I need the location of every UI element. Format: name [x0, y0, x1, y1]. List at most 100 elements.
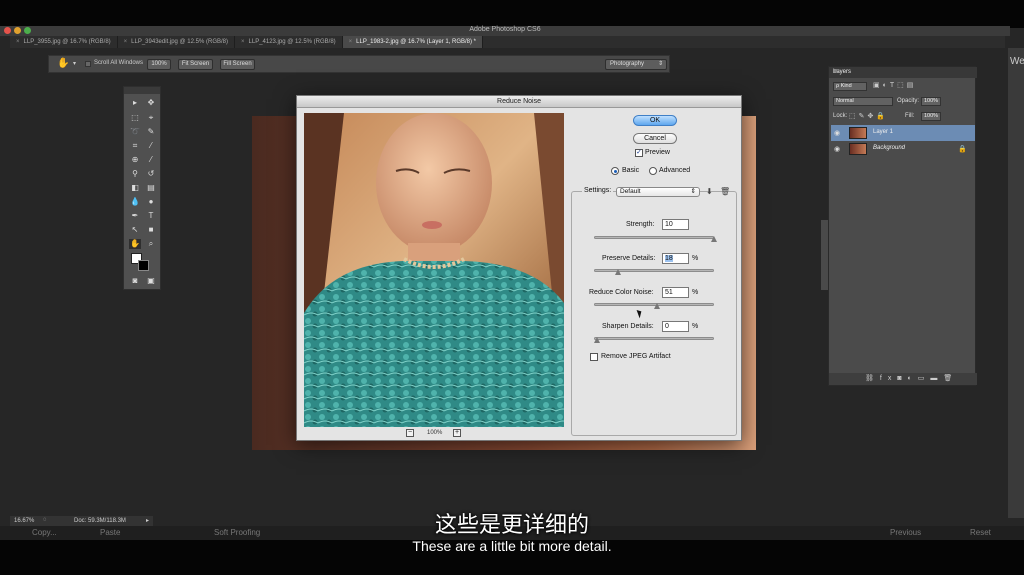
dialog-title[interactable]: Reduce Noise — [297, 96, 741, 108]
history-brush-tool-icon[interactable]: ↺ — [145, 169, 157, 179]
quick-select-tool-icon[interactable]: ✎ — [145, 127, 157, 137]
eraser-tool-icon[interactable]: ◧ — [129, 183, 141, 193]
strength-slider-track[interactable] — [594, 236, 714, 239]
preserve-details-input[interactable]: 18 — [662, 253, 689, 264]
preserve-percent: % — [692, 255, 699, 262]
layer-row-layer-1[interactable]: ◉ Layer 1 — [831, 125, 975, 141]
preview-zoom-row: − 100% + — [297, 429, 569, 439]
workspace-select[interactable]: Photography ⇕ — [605, 59, 667, 70]
lasso-tool-icon[interactable]: ➰ — [129, 127, 141, 137]
hand-tool-icon[interactable]: ✋ — [57, 58, 69, 69]
preview-checkbox[interactable]: ✓ — [635, 149, 643, 157]
shape-tool-icon[interactable]: ■ — [145, 225, 157, 235]
fill-screen-button[interactable]: Fill Screen — [220, 59, 255, 70]
save-settings-icon[interactable]: ⬇ — [706, 187, 713, 196]
clone-stamp-tool-icon[interactable]: ⚲ — [129, 169, 141, 179]
layer-footer-icons[interactable]: ⛓fx◙◐▭▬🗑 — [865, 374, 958, 382]
visibility-eye-icon[interactable]: ◉ — [834, 145, 840, 153]
options-bar: ✋ ▾ Scroll All Windows 100% Fit Screen F… — [48, 55, 670, 73]
preserve-details-slider-knob[interactable] — [615, 269, 622, 275]
sharpen-details-slider-track[interactable] — [594, 337, 714, 340]
strength-input[interactable]: 10 — [662, 219, 689, 230]
sharpen-details-value: 0 — [665, 323, 669, 330]
move-alt-tool-icon[interactable]: ✥ — [145, 98, 157, 108]
quick-mask-icon[interactable]: ◙ — [129, 276, 141, 286]
basic-radio[interactable] — [611, 167, 619, 175]
basic-label: Basic — [622, 167, 640, 174]
close-tab-icon[interactable]: × — [16, 39, 20, 45]
lock-icon: 🔒 — [958, 146, 967, 153]
sharpen-details-input[interactable]: 0 — [662, 321, 689, 332]
preserve-details-slider-track[interactable] — [594, 269, 714, 272]
layers-tab[interactable]: Layers ≡ — [829, 67, 977, 78]
dodge-tool-icon[interactable]: ● — [145, 197, 157, 207]
preview-label: Preview — [645, 149, 670, 156]
hand-tool-icon[interactable]: ✋ — [129, 239, 141, 249]
remove-jpeg-artifact-checkbox[interactable] — [590, 353, 598, 361]
doc-tab-label: LLP_1983-2.jpg @ 16.7% (Layer 1, RGB/8) … — [356, 39, 476, 45]
healing-tool-icon[interactable]: ⊕ — [129, 155, 141, 165]
blur-tool-icon[interactable]: 💧 — [129, 197, 141, 207]
settings-select[interactable]: Default ⇕ — [616, 187, 700, 197]
eyedropper-tool-icon[interactable]: ⁄ — [145, 141, 157, 151]
doc-tab[interactable]: × LLP_3943edit.jpg @ 12.5% (RGB/8) — [118, 36, 235, 48]
layer-thumbnail — [849, 143, 867, 155]
doc-tab-active[interactable]: × LLP_1983-2.jpg @ 16.7% (Layer 1, RGB/8)… — [342, 36, 483, 48]
zoom-out-button[interactable]: − — [406, 429, 414, 437]
path-select-tool-icon[interactable]: ↖ — [129, 225, 141, 235]
reduce-color-noise-input[interactable]: 51 — [662, 287, 689, 298]
artboard-tool-icon[interactable]: ⌖ — [145, 113, 157, 123]
close-tab-icon[interactable]: × — [241, 39, 245, 45]
close-tab-icon[interactable]: × — [124, 39, 128, 45]
preview-image — [304, 113, 564, 427]
zoom-100-button[interactable]: 100% — [147, 59, 171, 70]
screen-mode-icon[interactable]: ▣ — [145, 276, 157, 286]
doc-tab-label: LLP_3955.jpg @ 16.7% (RGB/8) — [23, 39, 111, 45]
doc-tab[interactable]: × LLP_3955.jpg @ 16.7% (RGB/8) — [10, 36, 118, 48]
brush-tool-icon[interactable]: ⁄ — [145, 155, 157, 165]
zoom-in-button[interactable]: + — [453, 429, 461, 437]
tools-panel-header[interactable] — [124, 87, 160, 94]
ok-button[interactable]: OK — [633, 115, 677, 126]
letterbox-top — [0, 0, 1024, 28]
marquee-tool-icon[interactable]: ⬚ — [129, 113, 141, 123]
blend-mode-select[interactable]: Normal — [833, 97, 893, 106]
visibility-eye-icon[interactable]: ◉ — [834, 129, 840, 137]
scroll-all-windows-checkbox[interactable] — [85, 61, 91, 67]
delete-settings-icon[interactable]: 🗑 — [720, 187, 730, 196]
doc-tab-label: LLP_4123.jpg @ 12.5% (RGB/8) — [248, 39, 336, 45]
fit-screen-button[interactable]: Fit Screen — [178, 59, 213, 70]
background-color-swatch[interactable] — [138, 260, 149, 271]
panel-menu-icon[interactable]: ≡ — [833, 68, 973, 75]
layers-panel: Layers ≡ ρ Kind ▣◐T⬚▤ Normal Opacity: 10… — [828, 66, 977, 386]
filter-preview-pane[interactable] — [304, 113, 564, 427]
document-tabs: × LLP_3955.jpg @ 16.7% (RGB/8) × LLP_3943e… — [10, 36, 1005, 48]
advanced-label: Advanced — [659, 167, 691, 174]
filter-kind-select[interactable]: ρ Kind — [833, 82, 867, 91]
chevron-down-icon: ⇕ — [657, 61, 663, 67]
tool-preset-arrow-icon[interactable]: ▾ — [73, 60, 76, 67]
reduce-color-noise-slider-knob[interactable] — [653, 303, 660, 309]
sharpen-details-slider-knob[interactable] — [594, 337, 600, 343]
opacity-input[interactable]: 100% — [921, 97, 941, 106]
settings-box: Settings: Default ⇕ ⬇ 🗑 Strength: 10 Pre… — [571, 187, 737, 436]
gradient-tool-icon[interactable]: ▤ — [145, 183, 157, 193]
sharpen-percent: % — [692, 323, 699, 330]
tools-panel: ▸ ✥ ⬚ ⌖ ➰ ✎ ⌗ ⁄ ⊕ ⁄ ⚲ ↺ ◧ ▤ 💧 ● ✒ T ↖ ■ … — [123, 86, 161, 290]
close-tab-icon[interactable]: × — [349, 39, 353, 45]
doc-tab[interactable]: × LLP_4123.jpg @ 12.5% (RGB/8) — [235, 36, 343, 48]
advanced-radio[interactable] — [649, 167, 657, 175]
crop-tool-icon[interactable]: ⌗ — [129, 141, 141, 151]
layer-filter-icons[interactable]: ▣◐T⬚▤ — [873, 81, 916, 89]
cancel-button[interactable]: Cancel — [633, 133, 677, 144]
zoom-tool-icon[interactable]: ⌕ — [145, 239, 157, 249]
type-tool-icon[interactable]: T — [145, 211, 157, 221]
pen-tool-icon[interactable]: ✒ — [129, 211, 141, 221]
move-tool-icon[interactable]: ▸ — [129, 98, 141, 108]
layer-row-background[interactable]: ◉ Background 🔒 — [831, 141, 975, 157]
reduce-color-noise-value: 51 — [665, 289, 673, 296]
lock-icons[interactable]: ⬚✎✥🔒 — [849, 112, 888, 120]
subtitle-chinese: 这些是更详细的 — [434, 513, 589, 538]
strength-slider-knob[interactable] — [711, 236, 717, 242]
fill-input[interactable]: 100% — [921, 112, 941, 121]
